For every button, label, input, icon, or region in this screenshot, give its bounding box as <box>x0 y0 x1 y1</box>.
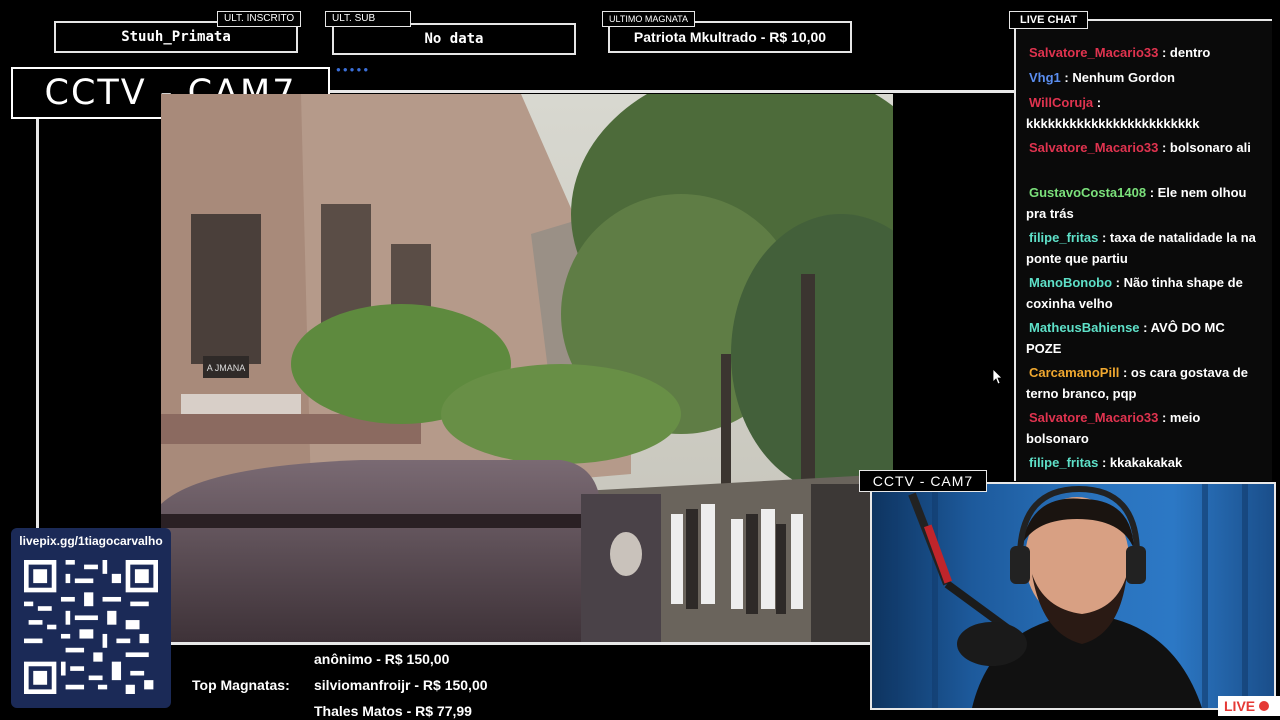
frame-left-line <box>36 116 39 528</box>
shop-sign-text: A JMANA <box>207 363 246 373</box>
mouse-cursor-icon <box>993 369 1003 385</box>
chat-text: : bolsonaro ali <box>1161 140 1251 155</box>
chat-username[interactable]: GustavoCosta1408 <box>1029 185 1146 200</box>
magnata-entry: Thales Matos - R$ 77,99 <box>314 703 472 719</box>
last-follower-name: Stuuh_Primata <box>121 29 231 45</box>
chat-message: filipe_fritas : taxa de natalidade la na… <box>1026 227 1262 269</box>
chat-message: filipe_fritas : kkakakakak <box>1026 452 1262 473</box>
chat-username[interactable]: MatheusBahiense <box>1029 320 1140 335</box>
chat-username[interactable]: ManoBonobo <box>1029 275 1112 290</box>
chat-message: ManoBonobo : Não tinha shape de coxinha … <box>1026 272 1262 314</box>
livepix-card[interactable]: livepix.gg/1tiagocarvalho <box>11 528 171 708</box>
chat-username[interactable]: filipe_fritas <box>1029 230 1098 245</box>
live-dot-icon <box>1259 701 1270 711</box>
chat-username[interactable]: CarcamanoPill <box>1029 365 1119 380</box>
live-badge: LIVE <box>1218 696 1280 716</box>
chat-message: Salvatore_Macario33 : dentro <box>1026 42 1262 63</box>
chat-message: Salvatore_Macario33 : bolsonaro ali <box>1026 137 1262 158</box>
chat-username[interactable]: Salvatore_Macario33 <box>1029 45 1158 60</box>
last-magnata-value: Patriota Mkultrado - R$ 10,00 <box>633 29 827 45</box>
webcam-feed <box>870 482 1276 710</box>
chat-text: : kkakakakak <box>1101 455 1183 470</box>
chat-username[interactable]: WillCoruja <box>1029 95 1093 110</box>
chat-text: : Nenhum Gordon <box>1064 70 1175 85</box>
frame-bottom-line <box>170 642 870 645</box>
chat-message: MatheusBahiense : AVÔ DO MC POZE <box>1026 317 1262 359</box>
chat-message: CarcamanoPill : os cara gostava de terno… <box>1026 362 1262 404</box>
chat-message: Vhg1 : Nenhum Gordon <box>1026 67 1262 88</box>
loading-dots-icon: ●●●●● <box>336 65 371 74</box>
live-label: LIVE <box>1224 698 1256 714</box>
livepix-url[interactable]: livepix.gg/1tiagocarvalho <box>11 534 171 548</box>
cam-label: CCTV - CAM7 <box>859 470 987 492</box>
chat-username[interactable]: Salvatore_Macario33 <box>1029 140 1158 155</box>
street-scene-image: A JMANA <box>161 94 893 642</box>
streamer-webcam-image <box>892 484 1248 708</box>
qr-code-icon <box>24 560 158 694</box>
chat-username[interactable]: Salvatore_Macario33 <box>1029 410 1158 425</box>
top-magnatas-label: Top Magnatas: <box>192 677 290 693</box>
last-magnata-tag: ULTIMO MAGNATA <box>602 11 696 27</box>
last-sub-box: No data <box>332 23 576 55</box>
last-sub-tag: ULT. SUB <box>325 11 411 27</box>
magnata-entry: anônimo - R$ 150,00 <box>314 651 450 667</box>
chat-text: : dentro <box>1161 45 1211 60</box>
magnata-entry: silviomanfroijr - R$ 150,00 <box>314 677 488 693</box>
frame-top-line <box>330 90 1014 93</box>
chat-username[interactable]: filipe_fritas <box>1029 455 1098 470</box>
video-player[interactable]: A JMANA <box>161 94 893 642</box>
chat-message: GustavoCosta1408 : Ele nem olhou pra trá… <box>1026 182 1262 224</box>
last-follower-tag: ULT. INSCRITO <box>217 11 302 27</box>
last-sub-value: No data <box>424 31 484 47</box>
live-chat-header: LIVE CHAT <box>1009 11 1089 29</box>
live-chat-panel[interactable]: Salvatore_Macario33 : dentro Vhg1 : Nenh… <box>1014 19 1272 481</box>
chat-message: WillCoruja : kkkkkkkkkkkkkkkkkkkkkkkk <box>1026 92 1262 134</box>
chat-username[interactable]: Vhg1 <box>1029 70 1061 85</box>
chat-message: Salvatore_Macario33 : meio bolsonaro <box>1026 407 1262 449</box>
